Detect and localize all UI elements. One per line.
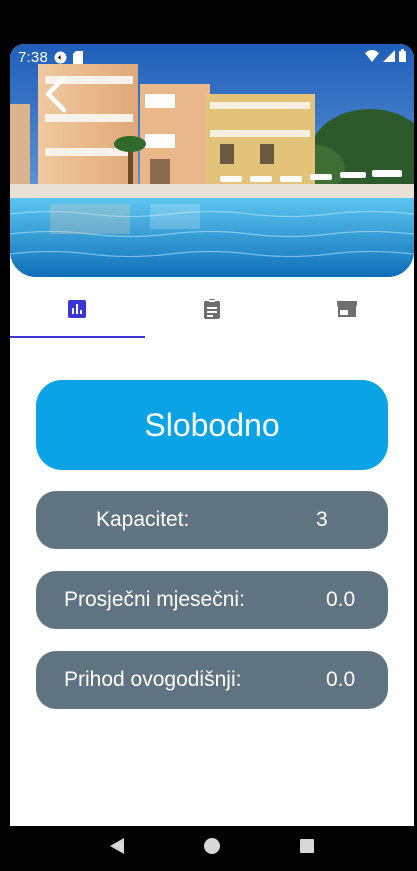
tab-bar [10,282,414,340]
nav-recents-button[interactable] [287,829,327,869]
system-nav-bar [10,826,414,871]
recents-square-icon [299,839,314,858]
tab-statistics[interactable] [10,282,145,340]
stat-label: Prihod ovogodišnji: [64,668,242,691]
stat-row-monthly-average: Prosječni mjesečni: 0.0 [36,571,388,629]
app-screen: 7:38 Slobodno Kapacitet: 3 Prosječni mje… [10,44,414,826]
availability-status-label: Slobodno [144,406,280,443]
status-time: 7:38 [18,48,48,66]
back-button[interactable] [36,75,76,118]
stat-value: 0.0 [326,588,356,611]
status-bar: 7:38 [10,44,414,70]
stat-value: 0.0 [326,668,356,691]
storefront-icon [336,300,357,322]
stat-label: Prosječni mjesečni: [64,588,245,611]
availability-status-card: Slobodno [36,380,388,470]
battery-icon [399,48,406,66]
wifi-icon [365,49,379,66]
tab-reservations[interactable] [145,282,280,340]
tab-store[interactable] [279,282,414,340]
signal-icon [383,49,395,66]
back-triangle-icon [110,838,125,859]
stat-value: 3 [316,508,328,531]
sync-icon [54,51,67,64]
tab-selected-indicator [10,336,145,338]
bar-chart-icon [68,299,87,323]
stat-row-yearly-income: Prihod ovogodišnji: 0.0 [36,651,388,709]
nav-back-button[interactable] [97,829,137,869]
stat-label: Kapacitet: [96,508,190,531]
home-circle-icon [203,838,220,859]
sim-card-icon [73,50,83,64]
phone-device: 7:38 Slobodno Kapacitet: 3 Prosječni mje… [10,0,414,871]
stat-row-capacity: Kapacitet: 3 [36,491,388,549]
chevron-left-icon [44,75,68,118]
clipboard-icon [204,298,220,324]
nav-home-button[interactable] [192,829,232,869]
